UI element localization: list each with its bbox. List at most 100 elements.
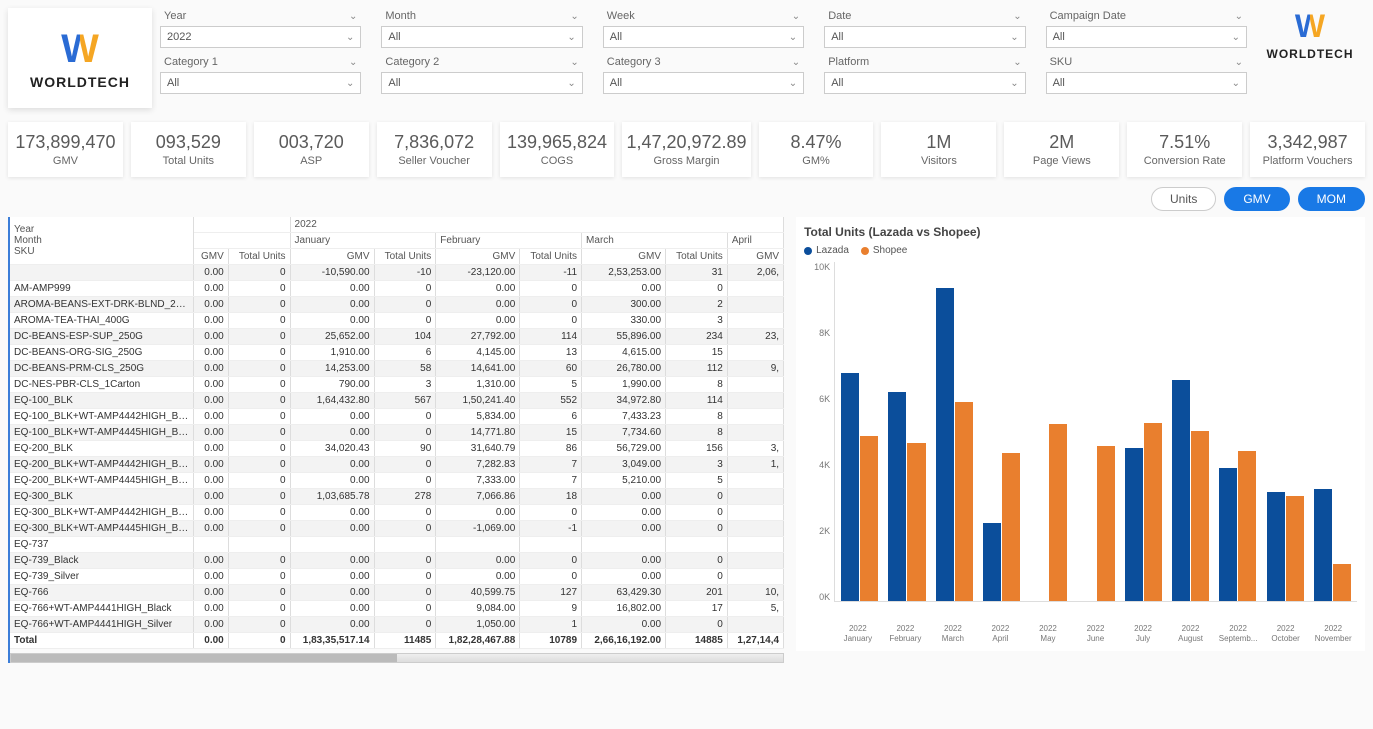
bar-group xyxy=(932,288,977,601)
table-row[interactable]: DC-NES-PBR-CLS_1Carton0.000790.0031,310.… xyxy=(10,377,784,393)
filter-select-category 3[interactable]: All⌄ xyxy=(603,72,804,94)
cell-value: 0.00 xyxy=(193,617,228,633)
cell-value: 0.00 xyxy=(436,313,520,329)
bar[interactable] xyxy=(860,436,878,601)
table-row[interactable]: EQ-300_BLK+WT-AMP4445HIGH_Black0.0000.00… xyxy=(10,521,784,537)
table-row[interactable]: EQ-100_BLK+WT-AMP4445HIGH_Black0.0000.00… xyxy=(10,425,784,441)
table-row[interactable]: EQ-300_BLK0.0001,03,685.782787,066.86180… xyxy=(10,489,784,505)
table-row[interactable]: AM-AMP9990.0000.0000.0000.000 xyxy=(10,281,784,297)
kpi-card: 173,899,470GMV xyxy=(8,122,123,177)
bar[interactable] xyxy=(888,392,906,601)
table-row[interactable]: EQ-300_BLK+WT-AMP4442HIGH_Black0.0000.00… xyxy=(10,505,784,521)
cell-value: 0 xyxy=(374,505,436,521)
cell-value: 0.00 xyxy=(193,361,228,377)
cell-value: 0.00 xyxy=(582,521,666,537)
table-row[interactable]: EQ-766+WT-AMP4441HIGH_Silver0.0000.0001,… xyxy=(10,617,784,633)
cell-value: 8 xyxy=(666,425,728,441)
table-row[interactable]: DC-BEANS-PRM-CLS_250G0.00014,253.005814,… xyxy=(10,361,784,377)
table-row[interactable]: AROMA-BEANS-EXT-DRK-BLND_250G0.0000.0000… xyxy=(10,297,784,313)
cell-value xyxy=(727,425,783,441)
toggle-units[interactable]: Units xyxy=(1151,187,1216,211)
table-row[interactable]: EQ-7660.0000.00040,599.7512763,429.30201… xyxy=(10,585,784,601)
cell-value: 104 xyxy=(374,329,436,345)
filter-select-month[interactable]: All⌄ xyxy=(381,26,582,48)
cell-value: 0.00 xyxy=(193,585,228,601)
table-row[interactable]: EQ-739_Black0.0000.0000.0000.000 xyxy=(10,553,784,569)
kpi-value: 139,965,824 xyxy=(504,132,611,153)
toggle-mom[interactable]: MOM xyxy=(1298,187,1365,211)
table-row[interactable]: AROMA-TEA-THAI_400G0.0000.0000.000330.00… xyxy=(10,313,784,329)
cell-value xyxy=(727,297,783,313)
cell-value: 0 xyxy=(228,265,290,281)
table-row[interactable]: EQ-200_BLK+WT-AMP4445HIGH_Black0.0000.00… xyxy=(10,473,784,489)
data-table[interactable]: Year Month SKU 2022 January February Mar… xyxy=(8,217,784,663)
table-row[interactable]: EQ-100_BLK+WT-AMP4442HIGH_Black0.0000.00… xyxy=(10,409,784,425)
legend-item: Lazada xyxy=(804,245,849,256)
bar[interactable] xyxy=(1002,453,1020,601)
cell-value: 2 xyxy=(666,297,728,313)
filter-select-date[interactable]: All⌄ xyxy=(824,26,1025,48)
bar[interactable] xyxy=(1191,431,1209,601)
filter-select-campaign date[interactable]: All⌄ xyxy=(1046,26,1247,48)
filter-select-week[interactable]: All⌄ xyxy=(603,26,804,48)
bar[interactable] xyxy=(1172,380,1190,601)
cell-value: 0 xyxy=(666,569,728,585)
cell-value xyxy=(193,537,228,553)
table-row[interactable]: EQ-200_BLK+WT-AMP4442HIGH_Black0.0000.00… xyxy=(10,457,784,473)
cell-value: 0 xyxy=(520,569,582,585)
bar[interactable] xyxy=(1097,446,1115,601)
table-row[interactable]: DC-BEANS-ORG-SIG_250G0.0001,910.0064,145… xyxy=(10,345,784,361)
bar[interactable] xyxy=(1144,423,1162,602)
bar[interactable] xyxy=(1267,492,1285,601)
cell-value xyxy=(228,537,290,553)
table-row[interactable]: EQ-737 xyxy=(10,537,784,553)
cell-value: 1,050.00 xyxy=(436,617,520,633)
filter-select-year[interactable]: 2022⌄ xyxy=(160,26,361,48)
cell-value: 0 xyxy=(228,585,290,601)
table-row[interactable]: EQ-200_BLK0.00034,020.439031,640.798656,… xyxy=(10,441,784,457)
cell-value: 7 xyxy=(520,473,582,489)
table-row[interactable]: EQ-766+WT-AMP4441HIGH_Black0.0000.0009,0… xyxy=(10,601,784,617)
filter-select-platform[interactable]: All⌄ xyxy=(824,72,1025,94)
table-horizontal-scrollbar[interactable] xyxy=(10,653,784,663)
cell-value: 0.00 xyxy=(193,473,228,489)
kpi-label: COGS xyxy=(504,155,611,167)
cell-value: 0.00 xyxy=(290,457,374,473)
table-row[interactable]: EQ-100_BLK0.0001,64,432.805671,50,241.40… xyxy=(10,393,784,409)
toggle-gmv[interactable]: GMV xyxy=(1224,187,1289,211)
cell-value: 9,084.00 xyxy=(436,601,520,617)
cell-value: 60 xyxy=(520,361,582,377)
kpi-value: 2M xyxy=(1008,132,1115,153)
bar[interactable] xyxy=(1286,496,1304,601)
kpi-label: GMV xyxy=(12,155,119,167)
filter-select-category 2[interactable]: All⌄ xyxy=(381,72,582,94)
kpi-label: ASP xyxy=(258,155,365,167)
table-row[interactable]: DC-BEANS-ESP-SUP_250G0.00025,652.0010427… xyxy=(10,329,784,345)
bar[interactable] xyxy=(907,443,925,601)
bar[interactable] xyxy=(841,373,859,601)
bar[interactable] xyxy=(1333,564,1351,601)
kpi-label: GM% xyxy=(763,155,870,167)
bar[interactable] xyxy=(983,523,1001,601)
x-tick: 2022October xyxy=(1262,622,1310,643)
bar[interactable] xyxy=(955,402,973,601)
filter-select-category 1[interactable]: All⌄ xyxy=(160,72,361,94)
bar[interactable] xyxy=(1219,468,1237,601)
filter-label: Campaign Date⌄ xyxy=(1046,8,1247,24)
y-tick: 4K xyxy=(804,460,830,470)
cell-value: 15 xyxy=(666,345,728,361)
cell-value: 567 xyxy=(374,393,436,409)
cell-value: 0 xyxy=(228,345,290,361)
cell-value: 2,53,253.00 xyxy=(582,265,666,281)
cell-value xyxy=(727,281,783,297)
bar[interactable] xyxy=(936,288,954,601)
chevron-down-icon: ⌄ xyxy=(570,11,578,22)
table-row[interactable]: EQ-739_Silver0.0000.0000.0000.000 xyxy=(10,569,784,585)
table-row[interactable]: 0.000-10,590.00-10-23,120.00-112,53,253.… xyxy=(10,265,784,281)
filter-select-sku[interactable]: All⌄ xyxy=(1046,72,1247,94)
bar[interactable] xyxy=(1125,448,1143,601)
bar[interactable] xyxy=(1049,424,1067,601)
bar[interactable] xyxy=(1314,489,1332,601)
bar[interactable] xyxy=(1238,451,1256,601)
cell-value: 31,640.79 xyxy=(436,441,520,457)
